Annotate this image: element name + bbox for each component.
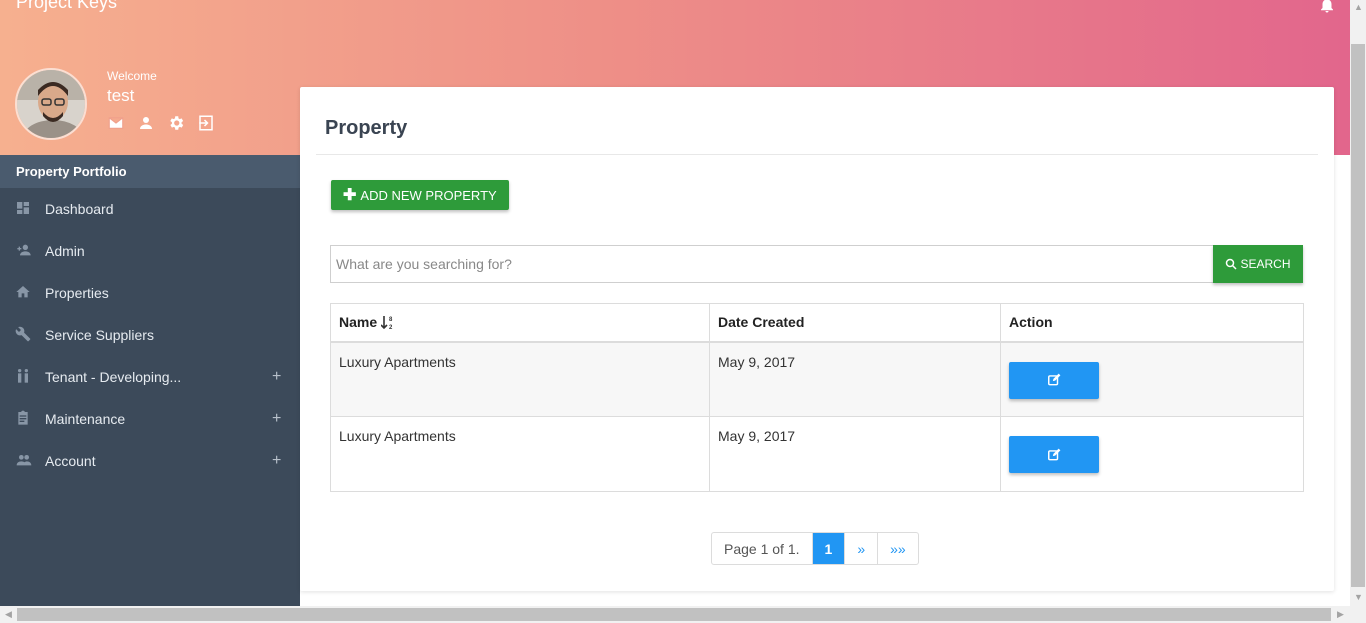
scroll-down-icon[interactable]: ▼ (1354, 592, 1363, 602)
table-row: Luxury Apartments May 9, 2017 (330, 416, 1304, 492)
bell-icon[interactable] (1318, 0, 1336, 14)
horizontal-scrollbar[interactable]: ◀ ▶ (0, 606, 1366, 623)
sidebar-item-service-suppliers[interactable]: Service Suppliers (0, 314, 300, 356)
page-last[interactable]: »» (878, 533, 918, 564)
sidebar-item-label: Admin (45, 243, 85, 259)
logout-icon[interactable] (197, 114, 215, 132)
edit-button[interactable] (1009, 361, 1099, 399)
vertical-scrollbar[interactable]: ▲ ▼ (1350, 0, 1366, 606)
sidebar-item-maintenance[interactable]: Maintenance + (0, 398, 300, 440)
sidebar-item-label: Account (45, 453, 96, 469)
sidebar-item-label: Service Suppliers (45, 327, 154, 343)
sidebar-heading[interactable]: Property Portfolio (0, 155, 300, 188)
add-property-label: ADD NEW PROPERTY (360, 187, 497, 203)
sidebar-item-label: Tenant - Developing... (45, 369, 182, 385)
clipboard-icon (15, 410, 33, 428)
sort-icon[interactable]: 82 (380, 315, 395, 331)
column-header-name[interactable]: Name 82 (330, 303, 710, 343)
group-icon (15, 452, 33, 470)
page-title: Property (325, 117, 408, 139)
cell-name: Luxury Apartments (330, 416, 710, 492)
edit-icon (1048, 448, 1061, 460)
cell-name: Luxury Apartments (330, 341, 710, 417)
add-property-button[interactable]: ✚ ADD NEW PROPERTY (331, 180, 509, 210)
expand-icon[interactable]: + (272, 452, 281, 470)
app-title[interactable]: Project Keys (16, 0, 117, 13)
page-current[interactable]: 1 (812, 533, 846, 564)
dashboard-icon (15, 200, 33, 218)
svg-text:8: 8 (389, 317, 393, 323)
pagination: Page 1 of 1. 1 » »» (711, 532, 919, 565)
edit-icon (1048, 373, 1061, 386)
column-header-date[interactable]: Date Created (709, 303, 1001, 343)
wrench-icon (15, 326, 33, 344)
home-icon (15, 284, 33, 302)
profile-actions (107, 114, 215, 132)
horizontal-scroll-thumb[interactable] (17, 608, 1331, 621)
content-card: Property ✚ ADD NEW PROPERTY SEARCH Name … (300, 87, 1334, 591)
sidebar-item-account[interactable]: Account + (0, 440, 300, 482)
svg-text:2: 2 (389, 325, 393, 331)
search-button[interactable]: SEARCH (1213, 245, 1303, 283)
mail-icon[interactable] (107, 114, 125, 132)
divider (316, 154, 1318, 155)
sidebar-item-tenant[interactable]: Tenant - Developing... + (0, 356, 300, 398)
username: test (107, 86, 135, 105)
scroll-right-icon[interactable]: ▶ (1337, 609, 1344, 620)
sidebar-item-properties[interactable]: Properties (0, 272, 300, 314)
add-user-icon (15, 242, 33, 260)
user-icon[interactable] (137, 114, 155, 132)
sidebar: Property Portfolio Dashboard Admin Prope… (0, 155, 300, 606)
cell-action (1000, 416, 1304, 492)
page-next[interactable]: » (845, 533, 879, 564)
search-input[interactable] (330, 245, 1213, 283)
search-icon (1226, 258, 1238, 270)
avatar[interactable] (15, 68, 87, 140)
cell-date: May 9, 2017 (709, 341, 1001, 417)
edit-button[interactable] (1009, 436, 1099, 473)
sidebar-item-dashboard[interactable]: Dashboard (0, 188, 300, 230)
page-info: Page 1 of 1. (712, 533, 813, 564)
expand-icon[interactable]: + (272, 368, 281, 386)
search-button-label: SEARCH (1240, 257, 1291, 271)
property-table: Name 82 Date Created Action Luxury Apart… (330, 303, 1304, 492)
column-header-action: Action (1000, 303, 1304, 343)
welcome-label: Welcome (107, 69, 157, 83)
sidebar-item-label: Properties (45, 285, 109, 301)
plus-icon: ✚ (343, 187, 357, 204)
scroll-left-icon[interactable]: ◀ (5, 609, 12, 620)
people-icon (15, 368, 33, 386)
search-bar: SEARCH (330, 245, 1303, 283)
table-row: Luxury Apartments May 9, 2017 (330, 341, 1304, 417)
sidebar-item-label: Maintenance (45, 411, 126, 427)
sidebar-item-admin[interactable]: Admin (0, 230, 300, 272)
scroll-up-icon[interactable]: ▲ (1354, 2, 1363, 12)
sidebar-item-label: Dashboard (45, 201, 114, 217)
vertical-scroll-thumb[interactable] (1351, 44, 1365, 587)
table-header-row: Name 82 Date Created Action (330, 303, 1304, 343)
gear-icon[interactable] (167, 114, 185, 132)
cell-date: May 9, 2017 (709, 416, 1001, 492)
expand-icon[interactable]: + (272, 410, 281, 428)
cell-action (1000, 341, 1304, 417)
